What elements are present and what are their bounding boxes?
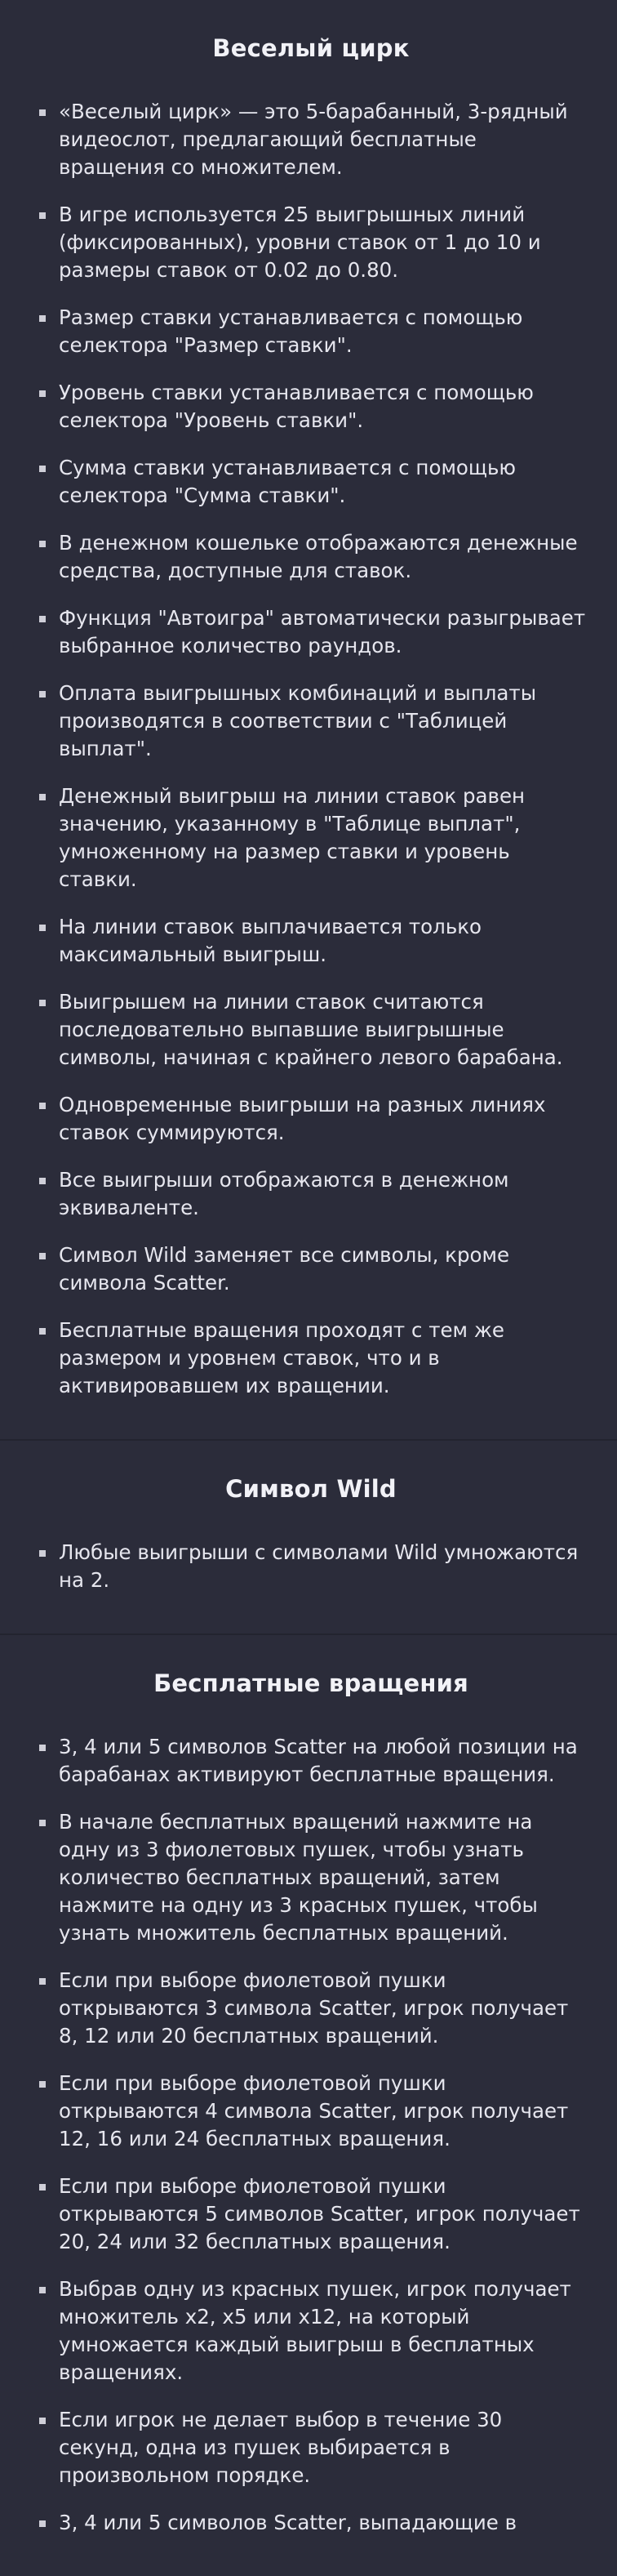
rule-item: Выигрышем на линии ставок считаются посл…: [34, 988, 588, 1072]
rule-item: Выбрав одну из красных пушек, игрок полу…: [34, 2275, 588, 2387]
rule-item: Если игрок не делает выбор в течение 30 …: [34, 2406, 588, 2489]
rule-item: Если при выборе фиолетовой пушки открыва…: [34, 1967, 588, 2050]
rule-item: В игре используется 25 выигрышных линий …: [34, 201, 588, 284]
rule-item: 3, 4 или 5 символов Scatter на любой поз…: [34, 1733, 588, 1789]
rules-page: Веселый цирк «Веселый цирк» — это 5-бараб…: [0, 0, 617, 2576]
rule-item: Функция "Автоигра" автоматически разыгры…: [34, 604, 588, 660]
rules-section: Бесплатные вращения 3, 4 или 5 символов S…: [0, 1635, 617, 2576]
rules-section: Веселый цирк «Веселый цирк» — это 5-бараб…: [0, 0, 617, 1441]
rule-item: Размер ставки устанавливается с помощью …: [34, 304, 588, 359]
rule-item: Уровень ставки устанавливается с помощью…: [34, 379, 588, 435]
rule-item: В начале бесплатных вращений нажмите на …: [34, 1808, 588, 1947]
rule-item: Одновременные выигрыши на разных линиях …: [34, 1091, 588, 1147]
rule-item: Если при выборе фиолетовой пушки открыва…: [34, 2173, 588, 2256]
rules-list: 3, 4 или 5 символов Scatter на любой поз…: [34, 1733, 588, 2537]
rule-item: Все выигрыши отображаются в денежном экв…: [34, 1166, 588, 1222]
rule-item: Бесплатные вращения проходят с тем же ра…: [34, 1317, 588, 1400]
section-title: Веселый цирк: [212, 34, 410, 62]
rule-item: 3, 4 или 5 символов Scatter, выпадающие …: [34, 2509, 588, 2537]
rule-item: Денежный выигрыш на линии ставок равен з…: [34, 782, 588, 894]
rules-section: Символ Wild Любые выигрыши с символами Wi…: [0, 1441, 617, 1635]
rule-item: Если при выборе фиолетовой пушки открыва…: [34, 2070, 588, 2153]
rules-list: Любые выигрыши с символами Wild умножают…: [34, 1539, 588, 1594]
rule-item: Оплата выигрышных комбинаций и выплаты п…: [34, 680, 588, 763]
rule-item: В денежном кошельке отображаются денежны…: [34, 529, 588, 585]
rule-item: «Веселый цирк» — это 5-барабанный, 3-ряд…: [34, 98, 588, 181]
rule-item: Любые выигрыши с символами Wild умножают…: [34, 1539, 588, 1594]
section-title: Символ Wild: [225, 1475, 397, 1503]
rule-item: Сумма ставки устанавливается с помощью с…: [34, 454, 588, 510]
rule-item: Символ Wild заменяет все символы, кроме …: [34, 1241, 588, 1297]
rule-item: На линии ставок выплачивается только мак…: [34, 913, 588, 969]
section-title: Бесплатные вращения: [153, 1669, 468, 1697]
rules-list: «Веселый цирк» — это 5-барабанный, 3-ряд…: [34, 98, 588, 1400]
